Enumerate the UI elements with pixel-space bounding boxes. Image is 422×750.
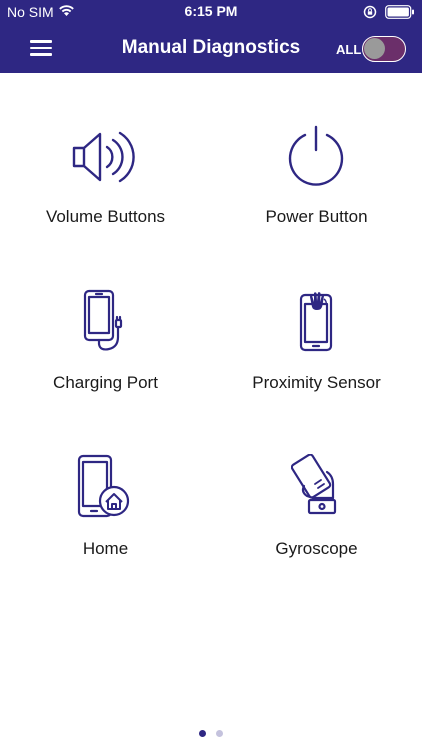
phone-charging-icon (83, 289, 123, 351)
tile-volume-buttons[interactable]: Volume Buttons (0, 110, 211, 275)
tile-power-button[interactable]: Power Button (211, 110, 422, 275)
tile-label: Gyroscope (275, 539, 358, 558)
toggle-all-switch[interactable] (362, 36, 406, 62)
toggle-knob (364, 38, 385, 59)
tile-home[interactable]: Home (0, 440, 211, 605)
tile-label: Proximity Sensor (252, 373, 381, 392)
proximity-hand-phone-icon (299, 292, 333, 352)
status-bar: No SIM 6:15 PM (0, 0, 422, 24)
rotation-lock-icon (363, 5, 377, 19)
tile-proximity-sensor[interactable]: Proximity Sensor (211, 275, 422, 440)
tile-charging-port[interactable]: Charging Port (0, 275, 211, 440)
speaker-volume-icon (72, 131, 135, 183)
app-header: No SIM 6:15 PM Manual Diagnostics ALL (0, 0, 422, 73)
page-dot-1[interactable] (199, 730, 206, 737)
page-indicator (0, 724, 422, 737)
power-icon (288, 125, 344, 186)
tile-gyroscope[interactable]: Gyroscope (211, 440, 422, 605)
page-dot-2[interactable] (216, 730, 223, 737)
tile-label: Volume Buttons (45, 207, 166, 226)
tile-label: Home (82, 539, 129, 558)
tile-label: Power Button (265, 207, 368, 226)
status-time: 6:15 PM (184, 3, 238, 19)
battery-icon (385, 5, 414, 19)
gyroscope-hand-phone-icon (291, 454, 337, 515)
phone-home-icon (77, 454, 130, 518)
tile-label: Charging Port (53, 373, 158, 392)
toggle-all-label: ALL (336, 42, 362, 57)
